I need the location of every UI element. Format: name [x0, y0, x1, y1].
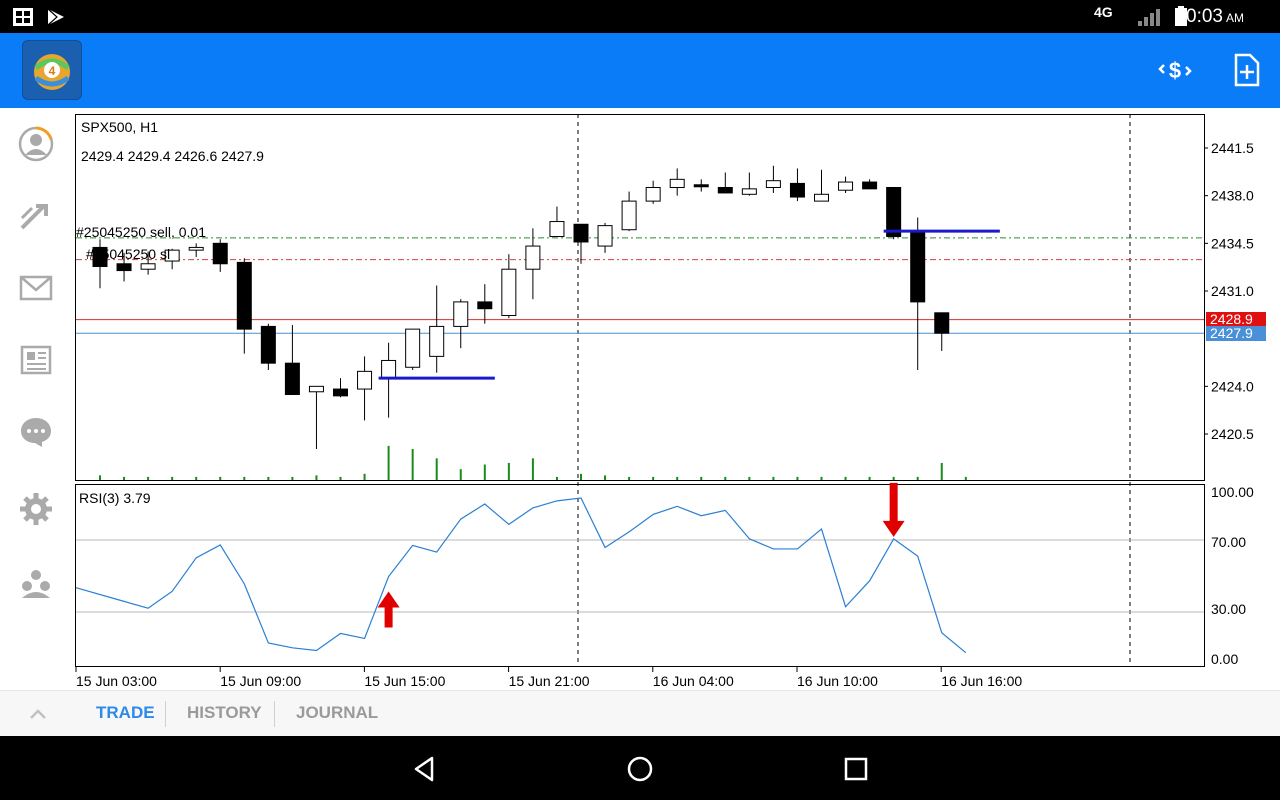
chevron-up-icon[interactable] — [28, 707, 48, 721]
candle-body — [357, 370, 373, 390]
candle-body — [525, 245, 541, 270]
trade-icon[interactable] — [18, 198, 54, 234]
candle-body — [934, 312, 950, 334]
bottom-tab-bar: TRADE HISTORY JOURNAL — [0, 690, 1280, 737]
candle-body — [573, 223, 589, 243]
candle-body — [381, 359, 397, 379]
new-order-icon[interactable] — [1230, 53, 1264, 87]
mail-icon[interactable] — [18, 270, 54, 306]
candle-body — [188, 246, 204, 251]
candle-body — [669, 178, 685, 188]
candle-body — [116, 263, 132, 272]
price-tick-label: 2438.0 — [1211, 188, 1254, 204]
candle-body — [886, 186, 902, 238]
candle-body — [236, 261, 252, 330]
rsi-tick-label: 70.00 — [1211, 534, 1246, 550]
candle-body — [284, 362, 300, 396]
svg-text:4: 4 — [49, 64, 56, 78]
news-icon[interactable] — [18, 342, 54, 378]
rsi-tick-label: 0.00 — [1211, 651, 1238, 667]
trade-currency-icon[interactable]: $ — [1158, 53, 1192, 87]
time-tick-label: 16 Jun 16:00 — [941, 673, 1022, 689]
candle-body — [140, 263, 156, 270]
svg-text:$: $ — [1169, 58, 1181, 83]
candle-body — [429, 325, 445, 357]
home-icon[interactable] — [625, 754, 655, 784]
navigation-bar — [0, 736, 1280, 800]
sell-signal-arrow — [882, 482, 905, 537]
candle-body — [333, 388, 348, 397]
tab-trade[interactable]: TRADE — [96, 703, 155, 723]
candle-body — [765, 180, 781, 188]
metatrader-logo-icon[interactable]: 4 — [22, 40, 82, 100]
app-bar: 4 $ — [0, 33, 1280, 108]
candle-body — [621, 200, 637, 231]
time-tick-label: 15 Jun 03:00 — [76, 673, 157, 689]
candle-body — [212, 242, 228, 265]
status-bar: 4G 10:03 AM — [0, 0, 1280, 33]
candle-body — [549, 221, 565, 238]
ask-price-label: 2427.9 — [1210, 325, 1253, 341]
symbol-label: SPX500, H1 — [81, 119, 158, 135]
time-tick-label: 15 Jun 15:00 — [364, 673, 445, 689]
candle-body — [910, 230, 926, 303]
gallery-icon — [13, 8, 33, 26]
chart-area[interactable]: SPX500, H1 2429.4 2429.4 2426.6 2427.9 #… — [72, 108, 1280, 690]
order-label: #25045250 sell, 0.01 — [76, 224, 206, 240]
recents-icon[interactable] — [841, 754, 871, 784]
time-tick-label: 15 Jun 09:00 — [220, 673, 301, 689]
status-clock: 10:03 AM — [1175, 6, 1244, 27]
signal-icon — [1138, 9, 1160, 26]
back-icon[interactable] — [410, 754, 440, 784]
rsi-tick-label: 100.00 — [1211, 484, 1254, 500]
tab-divider — [274, 701, 275, 727]
network-4g-icon: 4G — [1094, 4, 1113, 20]
candle-body — [260, 325, 276, 364]
account-icon[interactable] — [18, 126, 54, 162]
candle-body — [838, 181, 854, 191]
rsi-label: RSI(3) 3.79 — [79, 490, 151, 506]
chat-icon[interactable] — [18, 414, 54, 450]
time-tick-label: 15 Jun 21:00 — [509, 673, 590, 689]
rsi-plot-frame — [75, 484, 1205, 667]
ohlc-label: 2429.4 2429.4 2426.6 2427.9 — [81, 148, 264, 164]
chart-canvas[interactable]: SPX500, H1 2429.4 2429.4 2426.6 2427.9 #… — [72, 108, 1280, 690]
price-tick-label: 2420.5 — [1211, 426, 1254, 442]
candle-body — [693, 184, 709, 188]
time-tick-label: 16 Jun 04:00 — [653, 673, 734, 689]
candle-body — [597, 225, 613, 247]
play-store-icon — [47, 8, 64, 26]
tab-divider — [165, 701, 166, 727]
candle-body — [477, 301, 493, 310]
rsi-series-line — [75, 497, 967, 654]
time-tick-label: 16 Jun 10:00 — [797, 673, 878, 689]
candle-body — [741, 188, 757, 195]
sl-label: #25045250 sl — [86, 246, 170, 262]
settings-icon[interactable] — [18, 491, 54, 527]
candle-body — [453, 301, 469, 327]
candle-body — [789, 182, 805, 198]
price-tick-label: 2424.0 — [1211, 378, 1254, 394]
price-tick-label: 2431.0 — [1211, 283, 1254, 299]
price-tick-label: 2434.5 — [1211, 235, 1254, 251]
tab-journal[interactable]: JOURNAL — [296, 703, 378, 723]
price-tick-label: 2441.5 — [1211, 140, 1254, 156]
sidebar — [0, 108, 72, 690]
candle-body — [862, 181, 878, 190]
community-icon[interactable] — [18, 566, 54, 602]
candle-body — [501, 268, 517, 317]
candle-body — [308, 385, 324, 393]
candle-body — [645, 186, 661, 202]
rsi-tick-label: 30.00 — [1211, 601, 1246, 617]
candle-body — [717, 186, 733, 194]
candle-body — [814, 193, 829, 202]
tab-history[interactable]: HISTORY — [187, 703, 262, 723]
candle-body — [405, 328, 421, 368]
